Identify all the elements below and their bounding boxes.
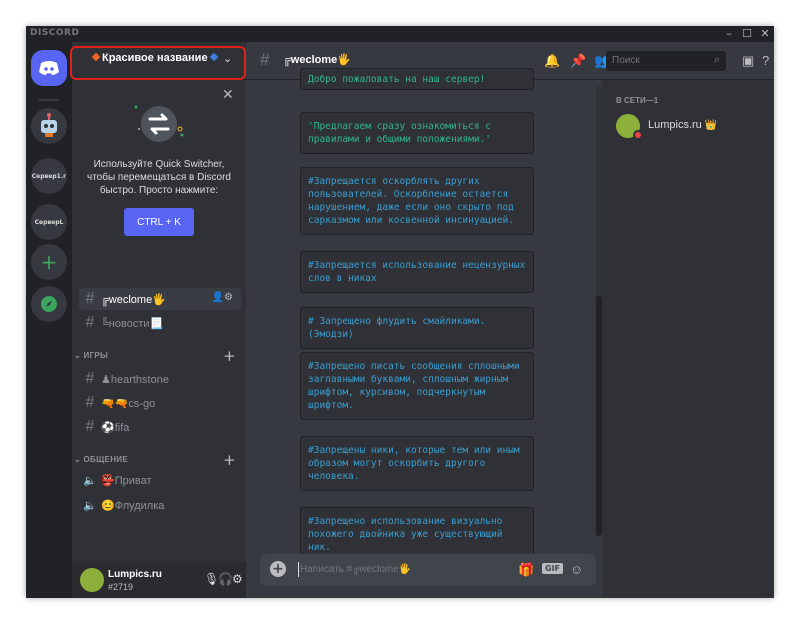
hash-icon: # bbox=[260, 50, 270, 69]
channel-label: 👺Приват bbox=[101, 474, 152, 487]
channel-item-private[interactable]: 🔈 👺Приват bbox=[79, 469, 241, 491]
server-label: СерверL bbox=[34, 218, 64, 226]
hash-icon: # bbox=[85, 418, 95, 435]
compass-icon bbox=[41, 296, 57, 312]
channel-item-csgo[interactable]: # 🔫🔫cs-go bbox=[79, 392, 241, 414]
emoji-icon[interactable]: ☺ bbox=[570, 562, 583, 577]
message-embed: #Запрещается оскорблять других пользоват… bbox=[300, 167, 534, 235]
maximize-button[interactable]: ☐ bbox=[738, 26, 756, 42]
discord-window: DISCORD – ☐ ✕ Сервер1.г СерверL + Красив… bbox=[26, 26, 774, 598]
dnd-status-icon bbox=[633, 130, 643, 140]
channel-label: ╔weclome🖐 bbox=[101, 293, 166, 306]
channel-label: ╚новости📃 bbox=[101, 317, 164, 330]
message-embed: Добро пожаловать на наш сервер! bbox=[300, 68, 534, 90]
category-label: ИГРЫ bbox=[83, 351, 109, 360]
member-name[interactable]: Lumpics.ru 👑 bbox=[648, 119, 717, 131]
close-button[interactable]: ✕ bbox=[756, 26, 774, 42]
channel-label: ⚽fifa bbox=[101, 421, 130, 434]
quick-switcher-tip: ✕ Используйте Quick Switcher, чтобы пере… bbox=[72, 81, 246, 251]
home-button[interactable] bbox=[31, 50, 67, 86]
message-embed: # Запрещено флудить смайликами.(Эмодзи) bbox=[300, 307, 534, 349]
speaker-icon: 🔈 bbox=[83, 499, 97, 512]
server-item-2[interactable]: СерверL bbox=[31, 204, 67, 240]
bell-icon[interactable]: 🔔 bbox=[544, 53, 560, 69]
avatar[interactable] bbox=[80, 568, 104, 592]
channel-sidebar: Красивое название ⌄ ✕ Используйте Quick … bbox=[72, 42, 246, 598]
server-rail: Сервер1.г СерверL + bbox=[26, 42, 72, 598]
message-embed: 'Предлагаем сразу ознакомиться с правила… bbox=[300, 112, 534, 154]
channel-title: ╔weclome🖐 bbox=[283, 54, 351, 66]
tip-text: Используйте Quick Switcher, чтобы переме… bbox=[86, 159, 231, 196]
channel-item-weclome[interactable]: # ╔weclome🖐 👤⚙ bbox=[79, 288, 241, 310]
hash-icon: # bbox=[85, 290, 95, 307]
server-item-1[interactable]: Сервер1.г bbox=[31, 158, 67, 194]
message-input[interactable]: Написать #╔weclome🖐 bbox=[300, 564, 411, 575]
inbox-icon[interactable]: ▣ bbox=[742, 53, 754, 69]
message-embed: #Запрещено писать сообщения сплошными за… bbox=[300, 352, 534, 420]
channel-label: 🔫🔫cs-go bbox=[101, 397, 156, 410]
member-name-text: Lumpics.ru bbox=[648, 119, 702, 131]
search-input[interactable]: Поиск ⌕ bbox=[606, 51, 726, 71]
user-name: Lumpics.ru bbox=[108, 569, 162, 580]
search-placeholder: Поиск bbox=[612, 55, 640, 66]
user-tag: #2719 bbox=[108, 582, 134, 592]
hash-icon: # bbox=[85, 314, 95, 331]
switch-arrows-icon bbox=[134, 105, 184, 142]
text-caret bbox=[298, 562, 299, 577]
highlight-frame bbox=[70, 46, 246, 80]
quick-switcher-button[interactable]: CTRL + K bbox=[124, 208, 194, 236]
category-chat[interactable]: ⌄ ОБЩЕНИЕ + bbox=[74, 451, 240, 469]
microphone-icon[interactable]: 🎙 bbox=[204, 572, 219, 586]
gif-button[interactable]: GIF bbox=[542, 563, 564, 574]
server-label: Сервер1.г bbox=[31, 172, 67, 180]
channel-item-news[interactable]: # ╚новости📃 bbox=[79, 312, 241, 334]
channel-label: 😊Флудилка bbox=[101, 499, 165, 512]
pin-icon[interactable]: 📌 bbox=[570, 53, 586, 69]
headphones-icon[interactable]: 🎧 bbox=[218, 572, 233, 586]
members-header: В СЕТИ—1 bbox=[616, 96, 659, 105]
channel-item-fifa[interactable]: # ⚽fifa bbox=[79, 416, 241, 438]
hash-icon: # bbox=[85, 394, 95, 411]
explore-servers-button[interactable] bbox=[31, 286, 67, 322]
channel-item-flood[interactable]: 🔈 😊Флудилка bbox=[79, 494, 241, 516]
minimize-button[interactable]: – bbox=[720, 26, 738, 42]
channel-item-hearthstone[interactable]: # ♟hearthstone bbox=[79, 368, 241, 390]
robot-icon bbox=[41, 113, 57, 137]
app-brand: DISCORD bbox=[30, 28, 80, 38]
member-list: В СЕТИ—1 Lumpics.ru 👑 bbox=[602, 80, 774, 598]
close-tip-icon[interactable]: ✕ bbox=[222, 86, 234, 103]
user-panel: Lumpics.ru #2719 🎙 🎧 ⚙ bbox=[72, 562, 246, 598]
hash-icon: # bbox=[85, 370, 95, 387]
message-composer[interactable]: + Написать #╔weclome🖐 🎁 GIF ☺ bbox=[260, 554, 596, 586]
gift-icon[interactable]: 🎁 bbox=[518, 562, 534, 578]
search-icon: ⌕ bbox=[713, 54, 720, 66]
settings-gear-icon[interactable]: ⚙ bbox=[232, 572, 243, 586]
upload-plus-icon[interactable]: + bbox=[270, 561, 286, 577]
title-bar: DISCORD – ☐ ✕ bbox=[26, 26, 774, 42]
message-embed: #Запрещены ники, которые тем или иным об… bbox=[300, 436, 534, 491]
category-label: ОБЩЕНИЕ bbox=[83, 455, 128, 464]
channel-label: ♟hearthstone bbox=[101, 373, 169, 386]
speaker-icon: 🔈 bbox=[83, 474, 97, 487]
category-games[interactable]: ⌄ ИГРЫ + bbox=[74, 347, 240, 365]
message-embed: #Запрещается использование нецензурных с… bbox=[300, 251, 534, 293]
rail-separator bbox=[39, 99, 59, 101]
server-bot-icon[interactable] bbox=[31, 108, 67, 144]
help-icon[interactable]: ? bbox=[762, 53, 769, 68]
plus-icon: + bbox=[40, 250, 58, 274]
add-server-button[interactable]: + bbox=[31, 244, 67, 280]
add-channel-icon[interactable]: + bbox=[223, 347, 236, 365]
discord-logo-icon bbox=[39, 61, 59, 75]
add-channel-icon[interactable]: + bbox=[223, 451, 236, 469]
crown-icon: 👑 bbox=[704, 120, 718, 131]
invite-settings-icon[interactable]: 👤⚙ bbox=[212, 292, 233, 303]
